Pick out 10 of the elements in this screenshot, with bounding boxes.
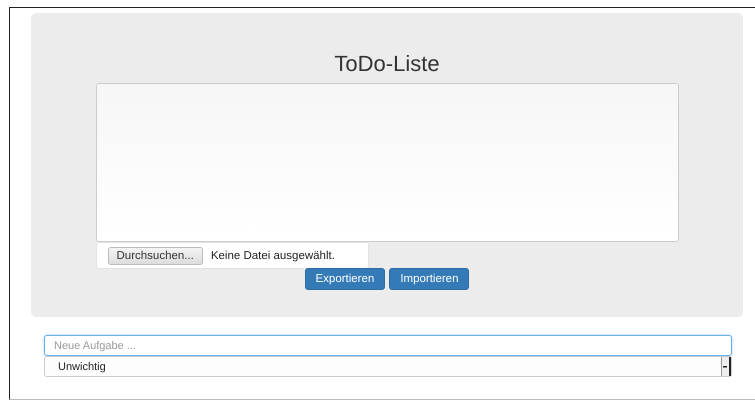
browse-button[interactable]: Durchsuchen... xyxy=(108,246,203,264)
export-button[interactable]: Exportieren xyxy=(304,268,386,290)
page-title: ToDo-Liste xyxy=(334,51,440,77)
priority-select[interactable]: Unwichtig xyxy=(44,356,732,377)
file-input[interactable]: Durchsuchen... Keine Datei ausgewählt. xyxy=(96,242,368,269)
todo-list-area[interactable] xyxy=(96,83,678,242)
file-status: Keine Datei ausgewählt. xyxy=(210,250,335,262)
new-task-field[interactable]: Neue Aufgabe ... xyxy=(44,335,732,356)
import-button[interactable]: Importieren xyxy=(389,268,470,290)
dropdown-icon xyxy=(721,357,731,376)
